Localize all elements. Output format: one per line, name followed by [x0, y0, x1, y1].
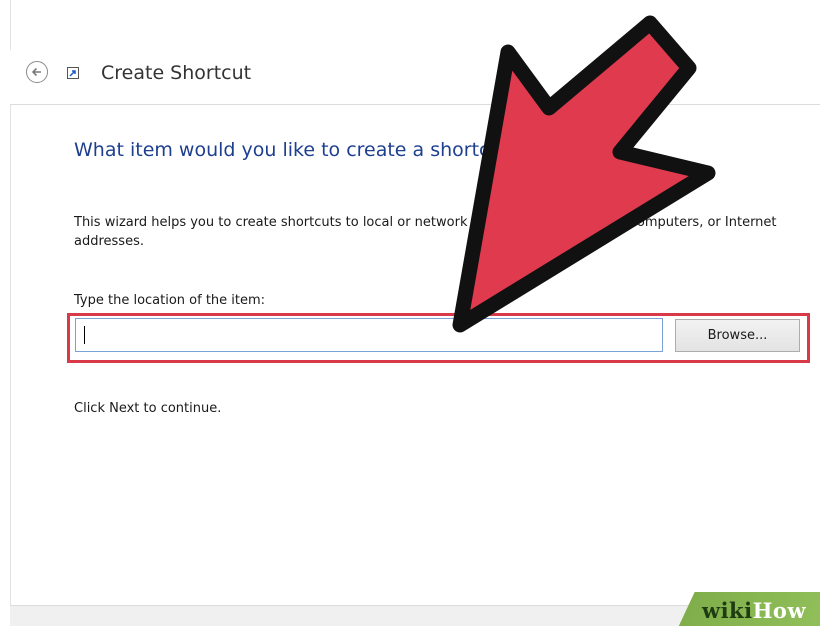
wizard-description: This wizard helps you to create shortcut… [74, 215, 777, 249]
back-arrow-icon [31, 67, 41, 77]
continue-text: Click Next to continue. [74, 401, 222, 416]
browse-button[interactable]: Browse... [675, 319, 800, 352]
window-title: Create Shortcut [101, 62, 252, 84]
wizard-content: What item would you like to create a sho… [20, 105, 820, 605]
watermark-logo: wikiHow [702, 598, 806, 623]
back-button[interactable] [26, 61, 48, 83]
location-input[interactable] [75, 318, 663, 352]
wizard-heading: What item would you like to create a sho… [74, 139, 552, 161]
watermark-how: How [752, 598, 807, 623]
shortcut-icon [67, 67, 79, 79]
text-caret [84, 326, 85, 344]
screenshot-stage: Create Shortcut What item would you like… [0, 0, 820, 626]
watermark-wiki: wiki [702, 598, 753, 623]
title-bar: Create Shortcut [10, 50, 820, 105]
location-label: Type the location of the item: [74, 293, 266, 308]
